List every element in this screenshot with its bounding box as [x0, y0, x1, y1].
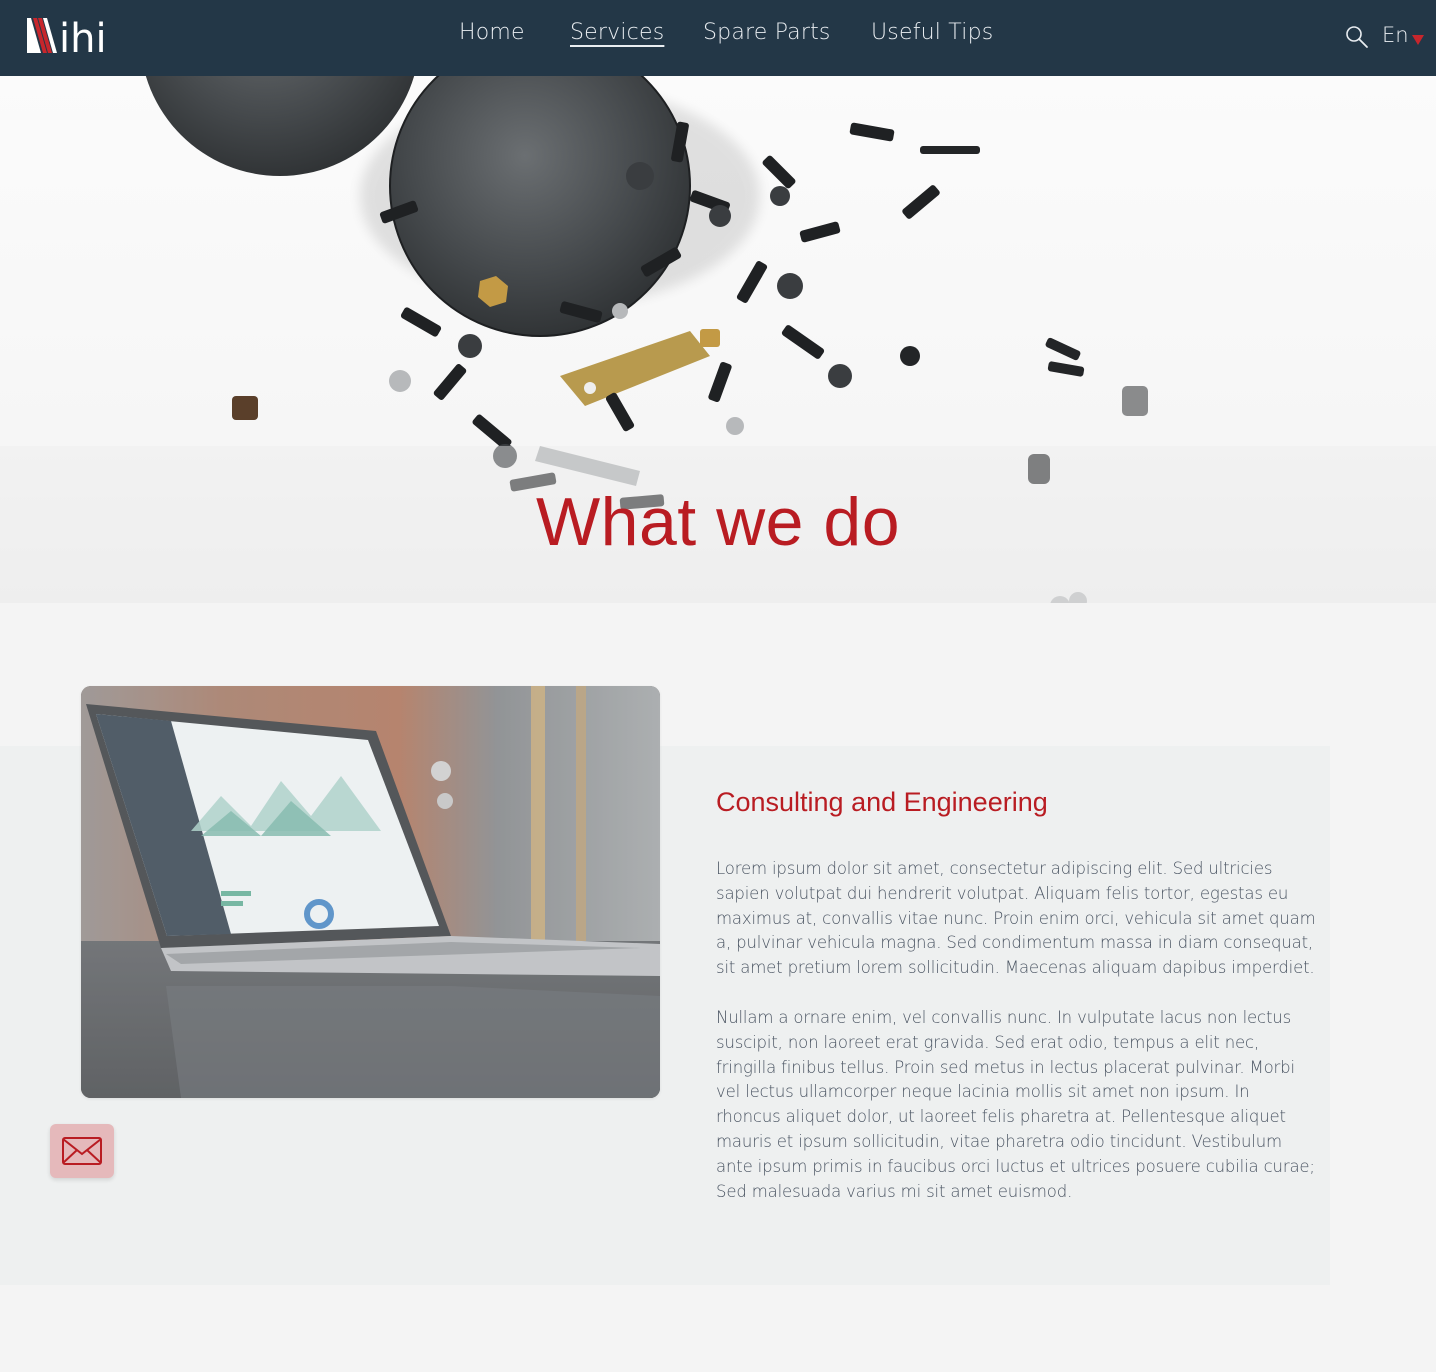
hero-section: What we do — [0, 76, 1436, 603]
ihi-logo[interactable]: ihi — [25, 15, 105, 55]
search-icon[interactable] — [1345, 25, 1369, 49]
nav-services-link[interactable]: Services — [570, 20, 664, 45]
top-navigation-bar: ihi Home Services Spare Parts Useful Tip… — [0, 0, 1436, 76]
nav-home-link[interactable]: Home — [459, 20, 525, 45]
svg-text:ihi: ihi — [59, 16, 105, 55]
hero-title: What we do — [535, 484, 901, 560]
contact-mail-button[interactable] — [50, 1124, 114, 1178]
envelope-icon — [62, 1137, 102, 1165]
caret-down-icon — [1412, 35, 1424, 45]
language-label: En — [1382, 23, 1409, 47]
nav-spare-parts-link[interactable]: Spare Parts — [703, 20, 831, 45]
nav-useful-tips-link[interactable]: Useful Tips — [871, 20, 993, 45]
service-paragraph: Nullam a ornare enim, vel convallis nunc… — [716, 1008, 1315, 1201]
laptop-dashboard-image — [81, 686, 660, 1098]
service-paragraph: Lorem ipsum dolor sit amet, consectetur … — [716, 859, 1316, 978]
service-title: Consulting and Engineering — [716, 787, 1048, 817]
language-selector[interactable]: En — [1382, 23, 1424, 47]
